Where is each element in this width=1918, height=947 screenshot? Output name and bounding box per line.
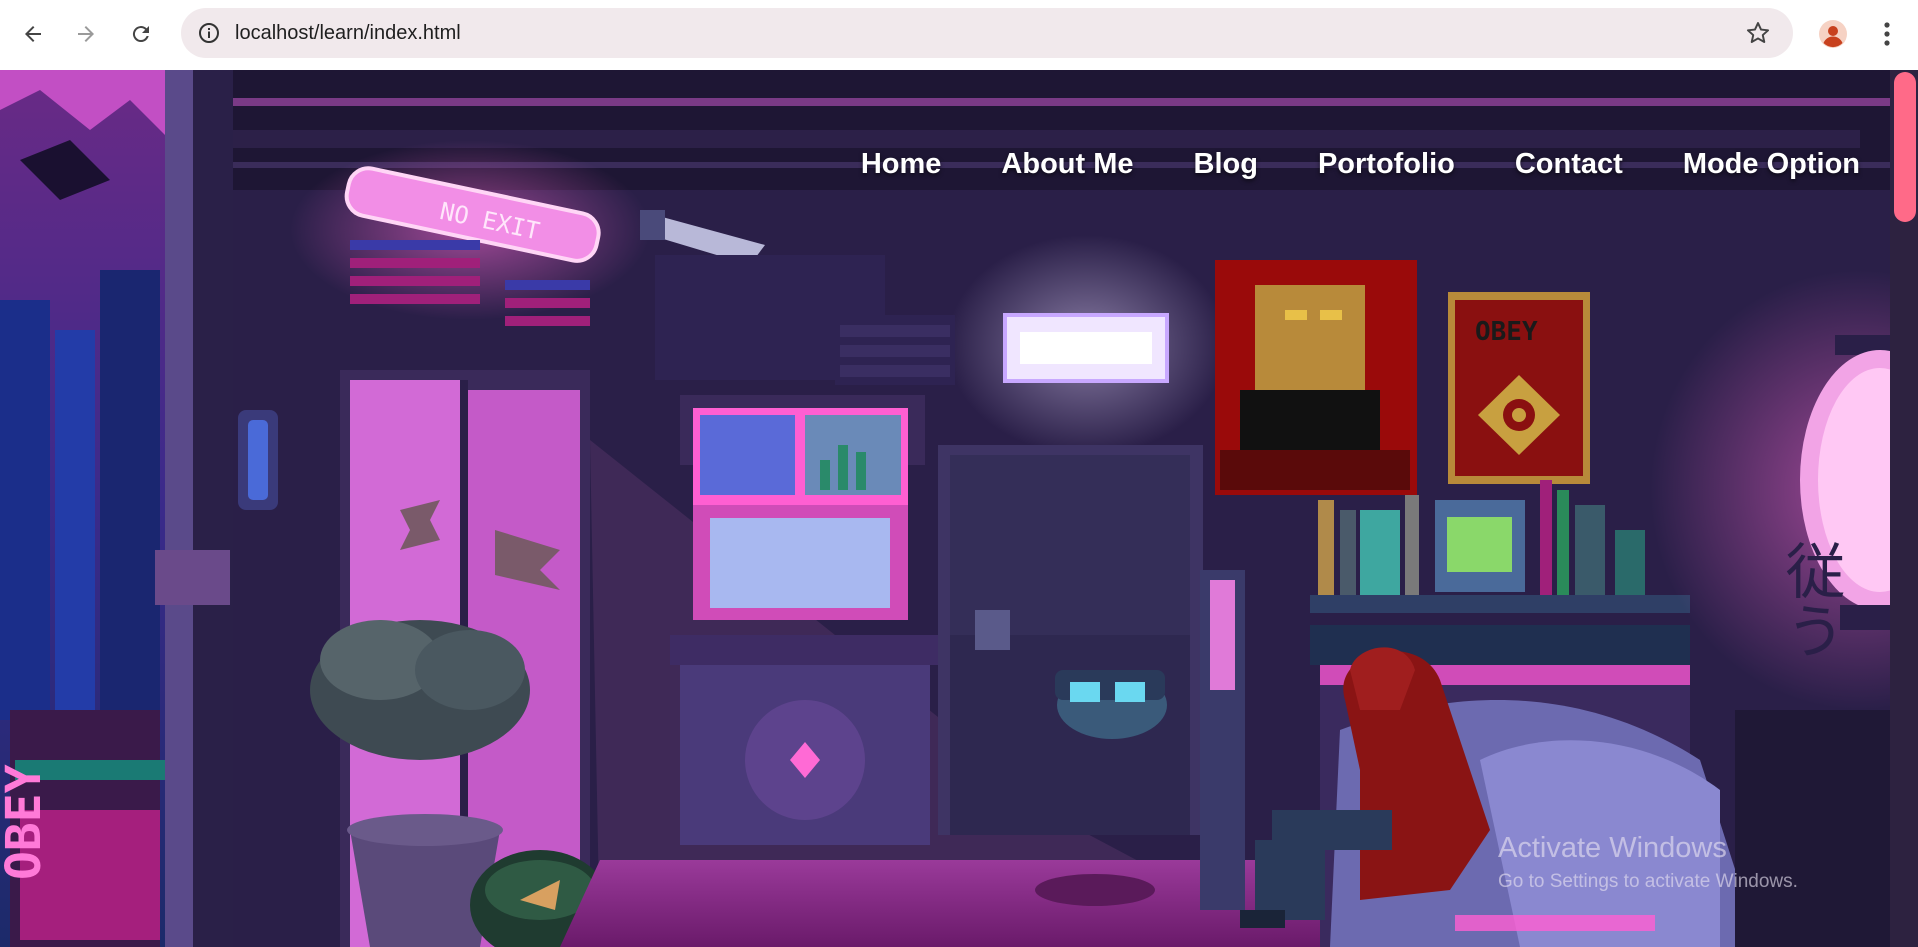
reload-button[interactable] <box>121 14 161 54</box>
page-scrollbar[interactable] <box>1890 70 1918 947</box>
nav-portofolio[interactable]: Portofolio <box>1288 148 1485 181</box>
address-bar[interactable]: localhost/learn/index.html <box>181 8 1793 58</box>
windows-activation-watermark: Activate Windows Go to Settings to activ… <box>1498 832 1798 893</box>
info-icon[interactable] <box>197 21 221 45</box>
kebab-icon[interactable] <box>1872 18 1902 50</box>
lantern-text: 従う <box>1775 540 1845 660</box>
arrow-right-icon <box>78 26 94 42</box>
browser-toolbar: localhost/learn/index.html <box>0 0 1918 71</box>
reload-icon <box>132 26 149 43</box>
nav-mode-option[interactable]: Mode Option <box>1653 148 1860 181</box>
nav-about-me[interactable]: About Me <box>971 148 1163 181</box>
scrollbar-thumb[interactable] <box>1894 72 1916 222</box>
neon-obey-sign: OBEY <box>0 764 52 880</box>
arrow-left-icon <box>25 26 41 42</box>
cyberpunk-room-background: OBEY NO EXIT OBEY 従う <box>0 70 1890 947</box>
nav-home[interactable]: Home <box>831 148 972 181</box>
star-icon[interactable] <box>1745 20 1771 46</box>
page-viewport: OBEY NO EXIT OBEY 従う Home About Me Blog … <box>0 70 1890 947</box>
watermark-subtitle: Go to Settings to activate Windows. <box>1498 871 1798 892</box>
watermark-title: Activate Windows <box>1498 832 1727 864</box>
forward-button[interactable] <box>66 14 106 54</box>
back-button[interactable] <box>13 14 53 54</box>
obey-poster-text: OBEY <box>1475 317 1538 347</box>
main-nav: Home About Me Blog Portofolio Contact Mo… <box>831 148 1860 181</box>
url-text[interactable]: localhost/learn/index.html <box>235 8 461 58</box>
nav-blog[interactable]: Blog <box>1164 148 1288 181</box>
nav-contact[interactable]: Contact <box>1485 148 1653 181</box>
person-icon[interactable] <box>1819 20 1847 48</box>
